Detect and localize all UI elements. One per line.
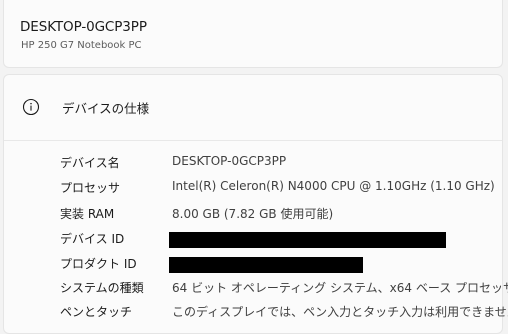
spec-value[interactable]: DESKTOP-0GCP3PP: [172, 154, 286, 168]
spec-row-product-id: プロダクト ID: [4, 255, 502, 277]
redacted-value: [169, 232, 446, 248]
device-specs-title: デバイスの仕様: [62, 101, 150, 116]
device-model: HP 250 G7 Notebook PC: [21, 40, 142, 51]
spec-row-device-name: デバイス名 DESKTOP-0GCP3PP: [4, 154, 502, 176]
spec-label: 実装 RAM: [60, 207, 115, 221]
device-name: DESKTOP-0GCP3PP: [20, 19, 147, 35]
spec-row-processor: プロセッサ Intel(R) Celeron(R) N4000 CPU @ 1.…: [4, 179, 502, 201]
redacted-value: [169, 257, 363, 273]
spec-label: プロセッサ: [60, 181, 121, 195]
spec-value[interactable]: 8.00 GB (7.82 GB 使用可能): [172, 205, 333, 222]
spec-value[interactable]: Intel(R) Celeron(R) N4000 CPU @ 1.10GHz …: [172, 179, 495, 193]
spec-label: ペンとタッチ: [60, 305, 133, 319]
device-card: DESKTOP-0GCP3PP HP 250 G7 Notebook PC: [3, 0, 503, 68]
device-specs-card: デバイスの仕様 デバイス名 DESKTOP-0GCP3PP プロセッサ Inte…: [3, 74, 508, 334]
spec-label: デバイス ID: [60, 232, 125, 246]
spec-row-ram: 実装 RAM 8.00 GB (7.82 GB 使用可能): [4, 205, 502, 227]
spec-label: プロダクト ID: [60, 257, 137, 271]
spec-row-system-type: システムの種類 64 ビット オペレーティング システム、x64 ベース プロセ…: [4, 279, 508, 301]
spec-label: デバイス名: [60, 156, 120, 170]
spec-value[interactable]: このディスプレイでは、ペン入力とタッチ入力は利用できません: [172, 303, 508, 320]
spec-value[interactable]: 64 ビット オペレーティング システム、x64 ベース プロセッサ: [172, 279, 508, 296]
device-specs-header[interactable]: デバイスの仕様: [4, 75, 502, 141]
spec-row-device-id: デバイス ID: [4, 230, 502, 252]
info-icon: [22, 98, 40, 116]
spec-label: システムの種類: [60, 281, 144, 295]
spec-row-pen-touch: ペンとタッチ このディスプレイでは、ペン入力とタッチ入力は利用できません: [4, 303, 508, 325]
